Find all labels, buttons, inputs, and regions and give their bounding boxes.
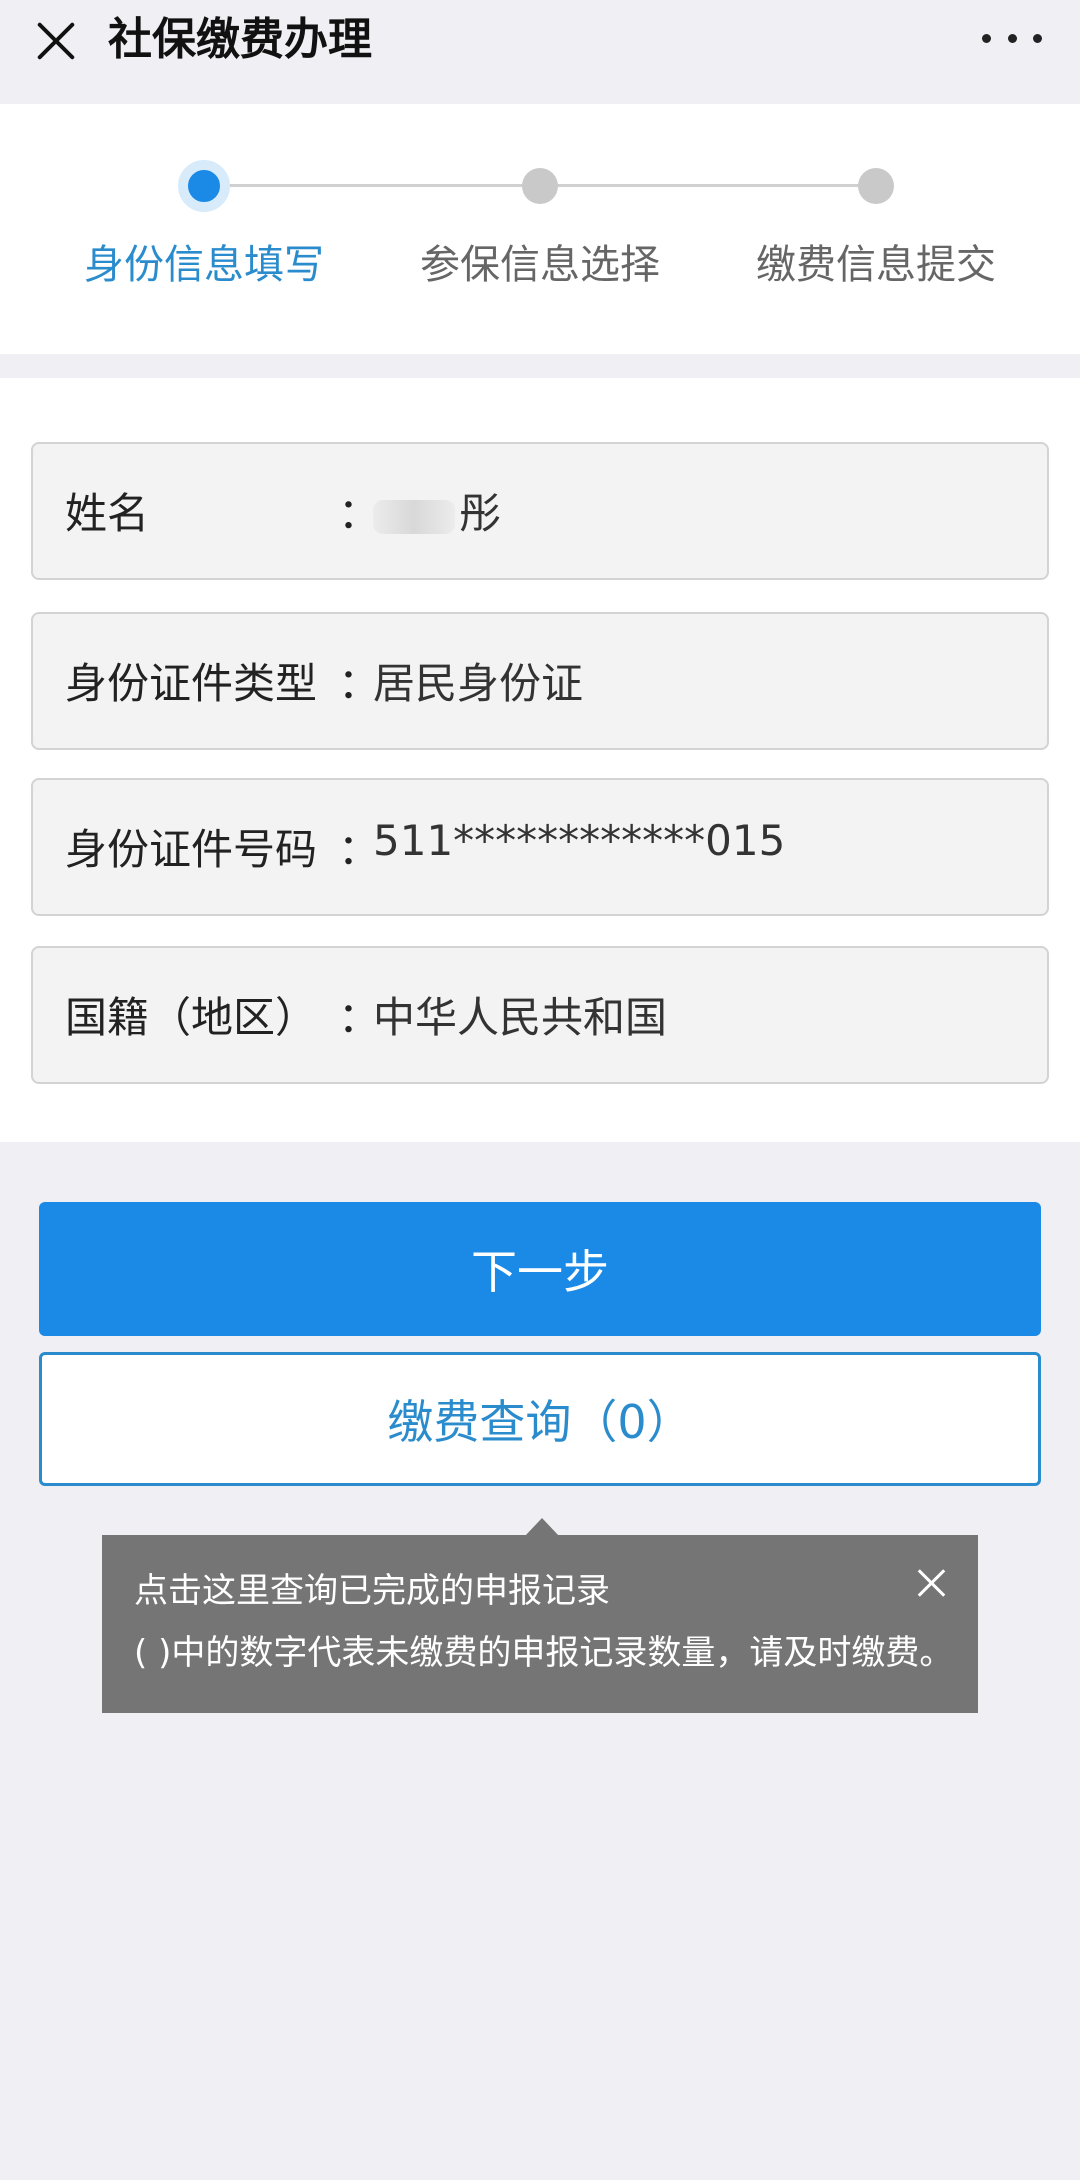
- tooltip-arrow: [525, 1518, 559, 1536]
- step-1-label: 身份信息填写: [84, 242, 324, 288]
- nationality-label: 国籍（地区）: [65, 993, 318, 1042]
- identity-form: 姓名 ： 彤 身份证件类型 ： 居民身份证 身份证件号码 ： 511******…: [0, 378, 1080, 1142]
- title-bar: 社保缴费办理: [0, 0, 1080, 104]
- more-dot: [982, 33, 991, 43]
- more-dot: [1033, 33, 1042, 43]
- name-value-text: 彤: [459, 489, 502, 538]
- more-menu-icon[interactable]: [982, 18, 1042, 58]
- payment-query-button[interactable]: 缴费查询（0）: [39, 1352, 1041, 1486]
- step-2-dot: [522, 168, 558, 204]
- more-dot: [1007, 33, 1017, 43]
- id-number-label: 身份证件号码: [65, 825, 318, 874]
- id-number-field[interactable]: 身份证件号码 ： 511************015: [31, 778, 1049, 916]
- step-2-label: 参保信息选择: [420, 242, 660, 288]
- redacted-mask: [373, 499, 455, 534]
- name-label: 姓名: [65, 489, 150, 538]
- step-connector: [204, 184, 540, 187]
- id-type-value: 居民身份证: [373, 659, 584, 708]
- id-type-field[interactable]: 身份证件类型 ： 居民身份证: [31, 612, 1049, 750]
- name-value: 彤: [373, 480, 501, 541]
- tooltip-close-icon[interactable]: [914, 1565, 950, 1601]
- step-1-dot: [178, 160, 230, 212]
- tooltip-line-2: ( )中的数字代表未缴费的申报记录数量，请及时缴费。: [134, 1633, 954, 1673]
- step-3-label: 缴费信息提交: [756, 242, 996, 288]
- id-type-label: 身份证件类型: [65, 659, 318, 708]
- payment-query-tooltip: 点击这里查询已完成的申报记录 ( )中的数字代表未缴费的申报记录数量，请及时缴费…: [102, 1535, 978, 1713]
- step-indicator: 身份信息填写 参保信息选择 缴费信息提交: [0, 104, 1080, 354]
- nationality-field[interactable]: 国籍（地区） ： 中华人民共和国: [31, 946, 1049, 1084]
- id-number-value: 511************015: [373, 816, 786, 865]
- page-title: 社保缴费办理: [108, 14, 372, 65]
- step-connector: [540, 184, 876, 187]
- close-icon[interactable]: [28, 14, 82, 68]
- step-3-dot: [858, 168, 894, 204]
- page: 社保缴费办理 身份信息填写 参保信息选择 缴费信息提交 姓名 ： 彤 身份证件类…: [0, 0, 1080, 2180]
- next-step-button[interactable]: 下一步: [39, 1202, 1041, 1336]
- nationality-value: 中华人民共和国: [373, 993, 668, 1042]
- name-field[interactable]: 姓名 ： 彤: [31, 442, 1049, 580]
- tooltip-line-1: 点击这里查询已完成的申报记录: [134, 1571, 610, 1611]
